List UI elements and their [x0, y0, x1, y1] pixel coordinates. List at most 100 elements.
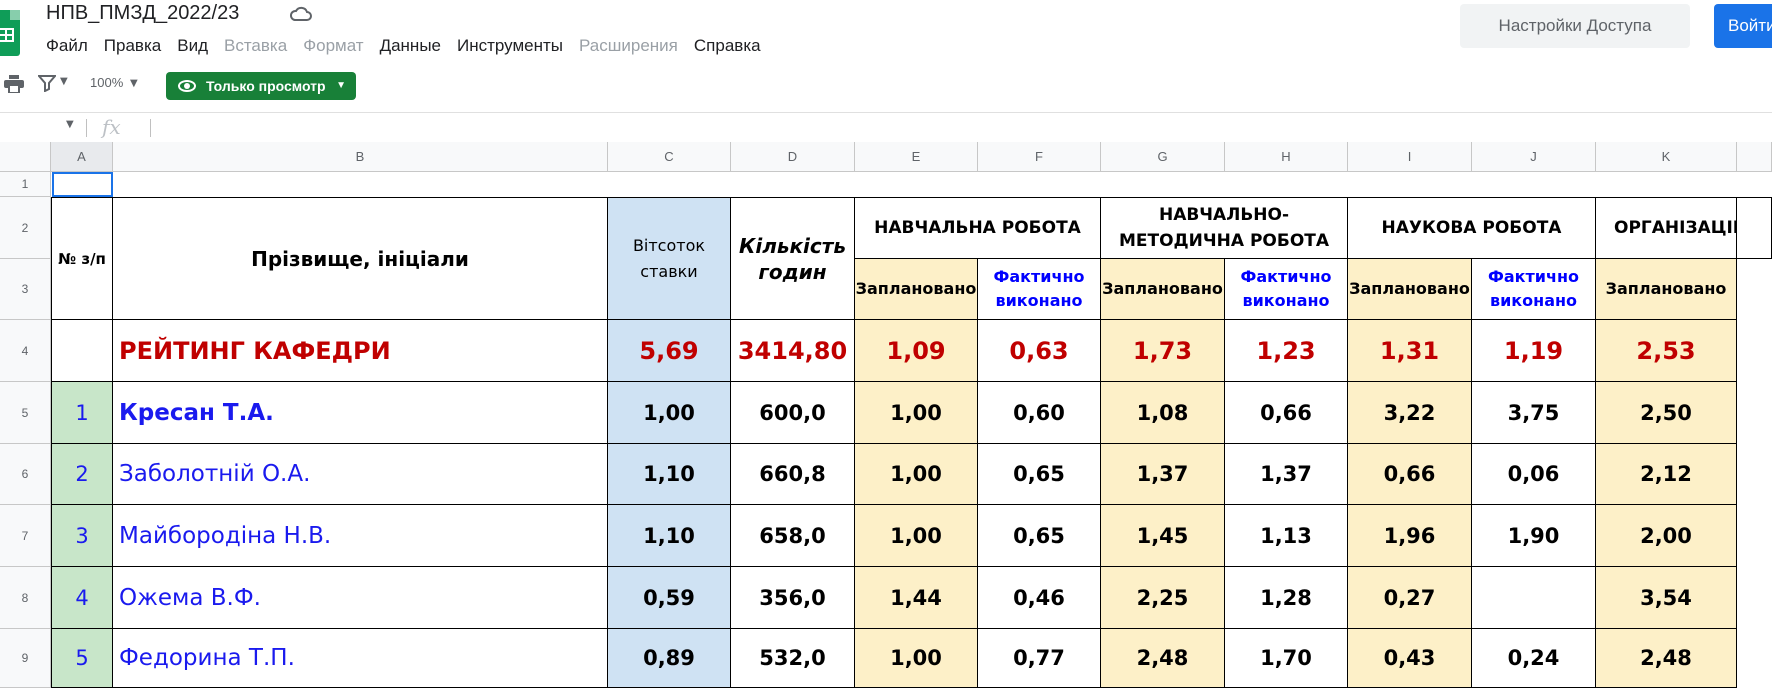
header-number: № з/п: [51, 197, 113, 320]
value-cell: 0,24: [1472, 629, 1596, 688]
value-cell: 660,8: [731, 444, 855, 505]
header-actual: Фактично виконано: [1472, 259, 1596, 320]
value-cell: 1,00: [855, 505, 978, 567]
column-header[interactable]: I: [1348, 142, 1472, 172]
zoom-dropdown-icon[interactable]: ▼: [130, 78, 138, 89]
rating-value: 0,63: [978, 320, 1101, 382]
menu-item[interactable]: Инструменты: [457, 36, 563, 58]
header-planned: Заплановано: [1348, 259, 1472, 320]
document-title[interactable]: НПВ_ПМЗД_2022/23: [46, 2, 239, 25]
row-index: 4: [51, 567, 113, 629]
row-header[interactable]: 3: [0, 259, 51, 320]
menu-item: Формат: [303, 36, 364, 55]
row-index: 3: [51, 505, 113, 567]
column-header[interactable]: F: [978, 142, 1101, 172]
row-index: 1: [51, 382, 113, 444]
value-cell: 1,28: [1225, 567, 1348, 629]
value-cell: 2,12: [1596, 444, 1737, 505]
value-cell: 600,0: [731, 382, 855, 444]
column-header[interactable]: H: [1225, 142, 1348, 172]
rating-value: 1,31: [1348, 320, 1472, 382]
column-header[interactable]: E: [855, 142, 978, 172]
rating-value: 3414,80: [731, 320, 855, 382]
person-name: Кресан Т.А.: [113, 382, 608, 444]
menu-item: Вставка: [224, 36, 288, 55]
value-cell: 1,70: [1225, 629, 1348, 688]
menu-item[interactable]: Файл: [46, 36, 88, 58]
column-header[interactable]: D: [731, 142, 855, 172]
value-cell: 0,27: [1348, 567, 1472, 629]
value-cell: 0,66: [1225, 382, 1348, 444]
rating-label: РЕЙТИНГ КАФЕДРИ: [113, 320, 608, 382]
cloud-saved-icon[interactable]: [288, 4, 314, 24]
value-cell: [1472, 567, 1596, 629]
value-cell: 0,43: [1348, 629, 1472, 688]
header-actual: Фактично виконано: [978, 259, 1101, 320]
value-cell: 1,44: [855, 567, 978, 629]
value-cell: 0,65: [978, 505, 1101, 567]
sign-in-button[interactable]: Войти: [1714, 4, 1772, 48]
header-planned: Заплановано: [855, 259, 978, 320]
value-cell: 1,00: [855, 444, 978, 505]
row-header[interactable]: 4: [0, 320, 51, 382]
filter-icon[interactable]: [38, 74, 56, 92]
header-planned: Заплановано: [1101, 259, 1225, 320]
rating-value: 1,23: [1225, 320, 1348, 382]
row-header[interactable]: 9: [0, 629, 51, 688]
value-cell: 1,00: [608, 382, 731, 444]
row-header[interactable]: 7: [0, 505, 51, 567]
value-cell: 1,13: [1225, 505, 1348, 567]
menu-item[interactable]: Данные: [380, 36, 441, 58]
row-index: 2: [51, 444, 113, 505]
access-settings-button[interactable]: Настройки Доступа: [1460, 4, 1690, 48]
rating-value: 1,73: [1101, 320, 1225, 382]
header-group: НАВЧАЛЬНО-МЕТОДИЧНА РОБОТА: [1101, 197, 1348, 259]
rating-value: 1,19: [1472, 320, 1596, 382]
person-name: Майбородіна Н.В.: [113, 505, 608, 567]
eye-icon: [178, 80, 196, 92]
sheets-logo-icon[interactable]: [0, 10, 20, 56]
person-name: Заболотній О.А.: [113, 444, 608, 505]
value-cell: 1,96: [1348, 505, 1472, 567]
header-group: ОРГАНІЗАЦІЙНА РОБОТА: [1596, 197, 1737, 259]
column-header[interactable]: K: [1596, 142, 1737, 172]
name-box-dropdown-icon[interactable]: ▼: [66, 119, 74, 130]
value-cell: 3,22: [1348, 382, 1472, 444]
value-cell: 3,54: [1596, 567, 1737, 629]
column-header[interactable]: C: [608, 142, 731, 172]
column-header[interactable]: G: [1101, 142, 1225, 172]
filter-dropdown-icon[interactable]: ▼: [60, 76, 68, 87]
row-index: 5: [51, 629, 113, 688]
value-cell: 1,00: [855, 382, 978, 444]
value-cell: 1,45: [1101, 505, 1225, 567]
header-hours: Кількість годин: [731, 197, 855, 320]
value-cell: 0,60: [978, 382, 1101, 444]
rating-index-cell: [51, 320, 113, 382]
column-header-next[interactable]: [1737, 142, 1772, 172]
value-cell: 2,25: [1101, 567, 1225, 629]
row-header[interactable]: 5: [0, 382, 51, 444]
row-header[interactable]: 2: [0, 197, 51, 259]
view-only-button[interactable]: Только просмотр ▼: [166, 72, 356, 100]
header-group: НАВЧАЛЬНА РОБОТА: [855, 197, 1101, 259]
select-all-corner[interactable]: [0, 142, 51, 172]
menu-item[interactable]: Справка: [694, 36, 761, 58]
value-cell: 1,37: [1225, 444, 1348, 505]
value-cell: 356,0: [731, 567, 855, 629]
print-icon[interactable]: [4, 75, 24, 93]
column-header[interactable]: A: [51, 142, 113, 172]
row-header[interactable]: 8: [0, 567, 51, 629]
value-cell: 0,06: [1472, 444, 1596, 505]
value-cell: 3,75: [1472, 382, 1596, 444]
value-cell: 1,08: [1101, 382, 1225, 444]
selected-cell-a1[interactable]: [52, 172, 113, 197]
zoom-select[interactable]: 100%: [90, 75, 123, 90]
column-header[interactable]: B: [113, 142, 608, 172]
menu-item[interactable]: Вид: [177, 36, 208, 58]
column-header[interactable]: J: [1472, 142, 1596, 172]
row-header[interactable]: 1: [0, 172, 51, 197]
header-name: Прізвище, ініціали: [113, 197, 608, 320]
row-header[interactable]: 6: [0, 444, 51, 505]
menu-item[interactable]: Правка: [104, 36, 161, 58]
rating-value: 1,09: [855, 320, 978, 382]
